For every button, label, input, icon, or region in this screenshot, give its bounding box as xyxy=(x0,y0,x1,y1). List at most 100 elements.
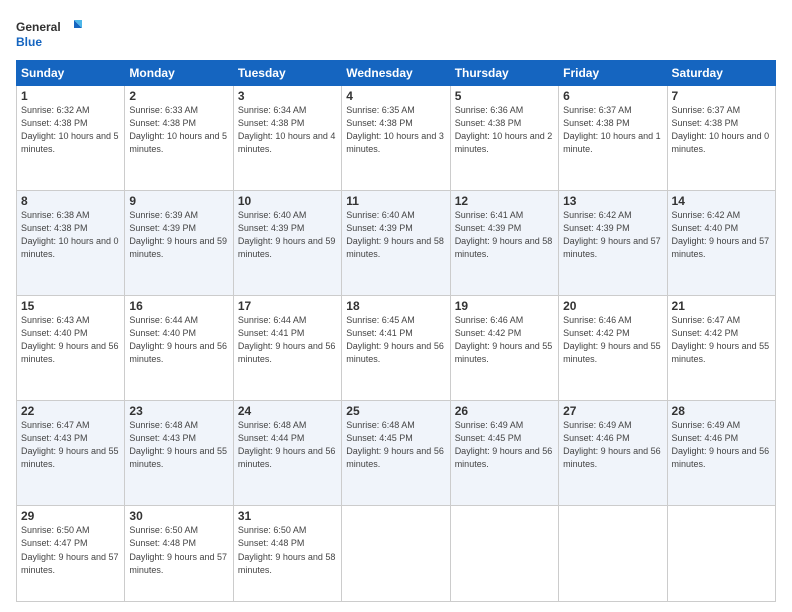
day-number: 24 xyxy=(238,404,337,418)
day-number: 15 xyxy=(21,299,120,313)
calendar-cell: 15Sunrise: 6:43 AMSunset: 4:40 PMDayligh… xyxy=(17,296,125,401)
calendar-cell: 6Sunrise: 6:37 AMSunset: 4:38 PMDaylight… xyxy=(559,86,667,191)
day-info: Sunrise: 6:42 AMSunset: 4:39 PMDaylight:… xyxy=(563,209,662,261)
day-info: Sunrise: 6:46 AMSunset: 4:42 PMDaylight:… xyxy=(563,314,662,366)
calendar-week-row: 1Sunrise: 6:32 AMSunset: 4:38 PMDaylight… xyxy=(17,86,776,191)
calendar-cell: 22Sunrise: 6:47 AMSunset: 4:43 PMDayligh… xyxy=(17,401,125,506)
day-info: Sunrise: 6:40 AMSunset: 4:39 PMDaylight:… xyxy=(346,209,445,261)
day-number: 9 xyxy=(129,194,228,208)
calendar-cell: 27Sunrise: 6:49 AMSunset: 4:46 PMDayligh… xyxy=(559,401,667,506)
day-number: 28 xyxy=(672,404,771,418)
day-info: Sunrise: 6:46 AMSunset: 4:42 PMDaylight:… xyxy=(455,314,554,366)
day-number: 16 xyxy=(129,299,228,313)
calendar-cell: 8Sunrise: 6:38 AMSunset: 4:38 PMDaylight… xyxy=(17,191,125,296)
day-info: Sunrise: 6:43 AMSunset: 4:40 PMDaylight:… xyxy=(21,314,120,366)
day-info: Sunrise: 6:48 AMSunset: 4:43 PMDaylight:… xyxy=(129,419,228,471)
day-info: Sunrise: 6:40 AMSunset: 4:39 PMDaylight:… xyxy=(238,209,337,261)
day-number: 25 xyxy=(346,404,445,418)
calendar-cell: 31Sunrise: 6:50 AMSunset: 4:48 PMDayligh… xyxy=(233,506,341,602)
day-info: Sunrise: 6:32 AMSunset: 4:38 PMDaylight:… xyxy=(21,104,120,156)
calendar-cell: 20Sunrise: 6:46 AMSunset: 4:42 PMDayligh… xyxy=(559,296,667,401)
day-header-thursday: Thursday xyxy=(450,61,558,86)
logo: General Blue xyxy=(16,16,86,52)
day-number: 1 xyxy=(21,89,120,103)
day-number: 21 xyxy=(672,299,771,313)
calendar-cell: 28Sunrise: 6:49 AMSunset: 4:46 PMDayligh… xyxy=(667,401,775,506)
day-number: 2 xyxy=(129,89,228,103)
day-header-monday: Monday xyxy=(125,61,233,86)
day-info: Sunrise: 6:44 AMSunset: 4:40 PMDaylight:… xyxy=(129,314,228,366)
calendar-cell: 26Sunrise: 6:49 AMSunset: 4:45 PMDayligh… xyxy=(450,401,558,506)
day-number: 3 xyxy=(238,89,337,103)
day-info: Sunrise: 6:49 AMSunset: 4:45 PMDaylight:… xyxy=(455,419,554,471)
day-info: Sunrise: 6:44 AMSunset: 4:41 PMDaylight:… xyxy=(238,314,337,366)
day-number: 17 xyxy=(238,299,337,313)
day-info: Sunrise: 6:49 AMSunset: 4:46 PMDaylight:… xyxy=(563,419,662,471)
calendar-week-row: 8Sunrise: 6:38 AMSunset: 4:38 PMDaylight… xyxy=(17,191,776,296)
day-number: 7 xyxy=(672,89,771,103)
day-number: 14 xyxy=(672,194,771,208)
day-number: 4 xyxy=(346,89,445,103)
day-info: Sunrise: 6:36 AMSunset: 4:38 PMDaylight:… xyxy=(455,104,554,156)
day-header-tuesday: Tuesday xyxy=(233,61,341,86)
day-info: Sunrise: 6:50 AMSunset: 4:48 PMDaylight:… xyxy=(129,524,228,576)
day-info: Sunrise: 6:37 AMSunset: 4:38 PMDaylight:… xyxy=(672,104,771,156)
calendar-cell xyxy=(559,506,667,602)
svg-text:Blue: Blue xyxy=(16,35,42,49)
calendar-cell: 18Sunrise: 6:45 AMSunset: 4:41 PMDayligh… xyxy=(342,296,450,401)
day-info: Sunrise: 6:48 AMSunset: 4:44 PMDaylight:… xyxy=(238,419,337,471)
calendar-cell: 16Sunrise: 6:44 AMSunset: 4:40 PMDayligh… xyxy=(125,296,233,401)
day-info: Sunrise: 6:34 AMSunset: 4:38 PMDaylight:… xyxy=(238,104,337,156)
day-info: Sunrise: 6:47 AMSunset: 4:42 PMDaylight:… xyxy=(672,314,771,366)
day-number: 19 xyxy=(455,299,554,313)
day-number: 29 xyxy=(21,509,120,523)
day-header-sunday: Sunday xyxy=(17,61,125,86)
header: General Blue xyxy=(16,16,776,52)
day-header-saturday: Saturday xyxy=(667,61,775,86)
day-number: 10 xyxy=(238,194,337,208)
calendar-table: SundayMondayTuesdayWednesdayThursdayFrid… xyxy=(16,60,776,602)
calendar-week-row: 29Sunrise: 6:50 AMSunset: 4:47 PMDayligh… xyxy=(17,506,776,602)
day-number: 22 xyxy=(21,404,120,418)
calendar-cell: 12Sunrise: 6:41 AMSunset: 4:39 PMDayligh… xyxy=(450,191,558,296)
calendar-cell: 25Sunrise: 6:48 AMSunset: 4:45 PMDayligh… xyxy=(342,401,450,506)
calendar-cell: 14Sunrise: 6:42 AMSunset: 4:40 PMDayligh… xyxy=(667,191,775,296)
day-number: 11 xyxy=(346,194,445,208)
calendar-cell: 23Sunrise: 6:48 AMSunset: 4:43 PMDayligh… xyxy=(125,401,233,506)
day-header-friday: Friday xyxy=(559,61,667,86)
day-number: 8 xyxy=(21,194,120,208)
calendar-cell xyxy=(667,506,775,602)
calendar-cell: 21Sunrise: 6:47 AMSunset: 4:42 PMDayligh… xyxy=(667,296,775,401)
calendar-cell: 19Sunrise: 6:46 AMSunset: 4:42 PMDayligh… xyxy=(450,296,558,401)
day-number: 30 xyxy=(129,509,228,523)
calendar-cell: 13Sunrise: 6:42 AMSunset: 4:39 PMDayligh… xyxy=(559,191,667,296)
page: General Blue SundayMondayTuesdayWednesda… xyxy=(0,0,792,612)
day-info: Sunrise: 6:33 AMSunset: 4:38 PMDaylight:… xyxy=(129,104,228,156)
calendar-cell xyxy=(450,506,558,602)
day-number: 20 xyxy=(563,299,662,313)
day-info: Sunrise: 6:50 AMSunset: 4:48 PMDaylight:… xyxy=(238,524,337,576)
day-header-wednesday: Wednesday xyxy=(342,61,450,86)
calendar-cell: 7Sunrise: 6:37 AMSunset: 4:38 PMDaylight… xyxy=(667,86,775,191)
calendar-cell: 30Sunrise: 6:50 AMSunset: 4:48 PMDayligh… xyxy=(125,506,233,602)
day-info: Sunrise: 6:41 AMSunset: 4:39 PMDaylight:… xyxy=(455,209,554,261)
calendar-cell: 5Sunrise: 6:36 AMSunset: 4:38 PMDaylight… xyxy=(450,86,558,191)
calendar-cell: 17Sunrise: 6:44 AMSunset: 4:41 PMDayligh… xyxy=(233,296,341,401)
calendar-cell: 3Sunrise: 6:34 AMSunset: 4:38 PMDaylight… xyxy=(233,86,341,191)
calendar-header-row: SundayMondayTuesdayWednesdayThursdayFrid… xyxy=(17,61,776,86)
calendar-cell: 4Sunrise: 6:35 AMSunset: 4:38 PMDaylight… xyxy=(342,86,450,191)
calendar-cell: 1Sunrise: 6:32 AMSunset: 4:38 PMDaylight… xyxy=(17,86,125,191)
day-number: 23 xyxy=(129,404,228,418)
day-info: Sunrise: 6:48 AMSunset: 4:45 PMDaylight:… xyxy=(346,419,445,471)
calendar-week-row: 15Sunrise: 6:43 AMSunset: 4:40 PMDayligh… xyxy=(17,296,776,401)
day-info: Sunrise: 6:38 AMSunset: 4:38 PMDaylight:… xyxy=(21,209,120,261)
svg-text:General: General xyxy=(16,20,61,34)
calendar-cell: 2Sunrise: 6:33 AMSunset: 4:38 PMDaylight… xyxy=(125,86,233,191)
day-number: 26 xyxy=(455,404,554,418)
day-info: Sunrise: 6:45 AMSunset: 4:41 PMDaylight:… xyxy=(346,314,445,366)
calendar-cell xyxy=(342,506,450,602)
day-info: Sunrise: 6:50 AMSunset: 4:47 PMDaylight:… xyxy=(21,524,120,576)
day-info: Sunrise: 6:49 AMSunset: 4:46 PMDaylight:… xyxy=(672,419,771,471)
day-number: 18 xyxy=(346,299,445,313)
day-number: 6 xyxy=(563,89,662,103)
